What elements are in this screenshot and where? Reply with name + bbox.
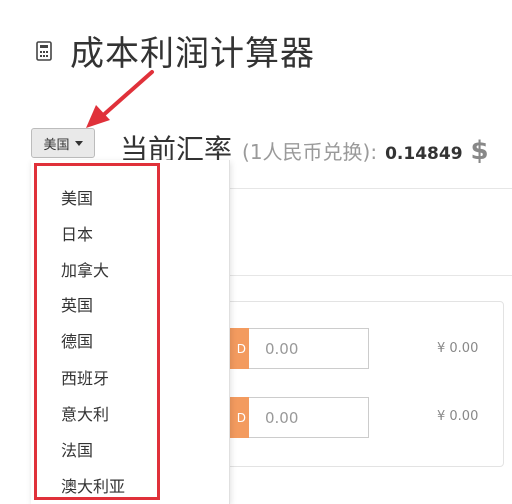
calculation-panel (200, 301, 504, 467)
rate-value: 0.14849 (385, 144, 463, 164)
page-title: 成本利润计算器 (70, 34, 315, 74)
currency-symbol: $ (470, 136, 489, 166)
calculator-icon (36, 39, 56, 63)
rate-subtitle: (1人民币兑换): (242, 140, 378, 164)
amount-input[interactable] (249, 397, 369, 438)
annotation-highlight-box (34, 163, 160, 500)
page-header: 成本利润计算器 (36, 26, 315, 75)
country-select-button[interactable]: 美国 (31, 128, 95, 158)
result-value: ¥ 0.00 (437, 409, 479, 424)
caret-down-icon (74, 140, 83, 146)
result-value: ¥ 0.00 (437, 341, 479, 356)
divider (229, 188, 512, 189)
amount-input[interactable] (249, 328, 369, 369)
divider (229, 275, 512, 276)
country-select-label: 美国 (43, 137, 70, 153)
